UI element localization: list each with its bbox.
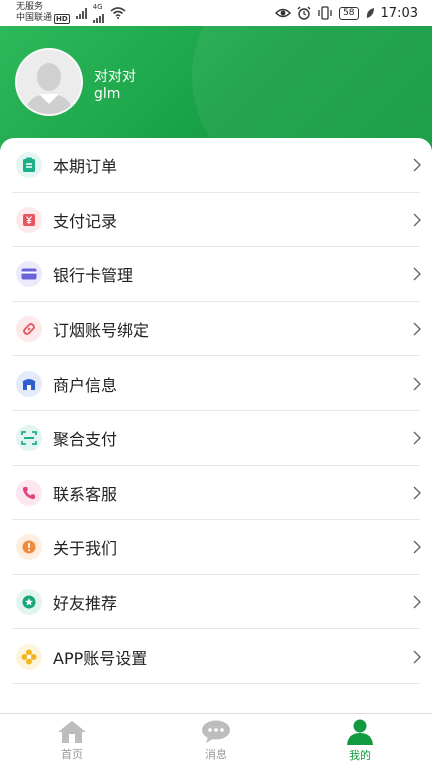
- home-icon: [58, 721, 86, 743]
- chevron-right-icon: [402, 595, 432, 609]
- status-bar: 无服务 中国联通 HD 4G 58 17:03: [0, 0, 432, 26]
- chevron-right-icon: [402, 158, 432, 172]
- profile-user-id: glm: [94, 86, 121, 102]
- user-icon: [347, 719, 373, 745]
- chevron-right-icon: [402, 431, 432, 445]
- carrier-line2: 中国联通: [16, 13, 53, 23]
- battery-indicator: 58: [339, 6, 359, 20]
- flower-settings-icon: [16, 643, 42, 670]
- chevron-right-icon: [402, 650, 432, 664]
- avatar[interactable]: [15, 48, 83, 116]
- menu-label: 联系客服: [53, 484, 118, 504]
- menu-label: 订烟账号绑定: [53, 321, 150, 341]
- eye-icon: [275, 8, 292, 18]
- alarm-icon: [297, 6, 311, 20]
- menu-label: 聚合支付: [53, 430, 118, 450]
- menu-item-merchant-info[interactable]: 商户信息: [0, 356, 432, 411]
- menu-item-payment-records[interactable]: 支付记录: [0, 193, 432, 248]
- chevron-right-icon: [402, 267, 432, 281]
- star-badge-icon: [16, 589, 42, 616]
- status-left: 无服务 中国联通 HD 4G: [16, 2, 126, 24]
- menu-label: 商户信息: [53, 375, 118, 395]
- chevron-right-icon: [402, 486, 432, 500]
- menu-label: APP账号设置: [53, 648, 148, 668]
- menu-item-customer-service[interactable]: 联系客服: [0, 466, 432, 521]
- clipboard-icon: [16, 152, 42, 179]
- menu-label: 本期订单: [53, 157, 118, 177]
- menu-item-app-account-settings[interactable]: APP账号设置: [0, 629, 432, 684]
- chevron-right-icon: [402, 322, 432, 336]
- nav-label: 我的: [349, 749, 371, 762]
- menu-list: 本期订单 支付记录 银行卡管理 订烟账号绑定 商户信息 聚合支付 联系客服 关于…: [0, 138, 432, 684]
- signal-icon: [75, 7, 87, 19]
- menu-item-current-orders[interactable]: 本期订单: [0, 138, 432, 193]
- menu-item-account-binding[interactable]: 订烟账号绑定: [0, 302, 432, 357]
- menu-item-aggregate-payment[interactable]: 聚合支付: [0, 411, 432, 466]
- leaf-icon: [366, 8, 374, 18]
- menu-label: 关于我们: [53, 539, 118, 559]
- menu-item-friend-referral[interactable]: 好友推荐: [0, 575, 432, 630]
- status-time: 17:03: [380, 5, 418, 21]
- profile-header: 对对对 glm: [0, 26, 432, 156]
- nav-mine[interactable]: 我的: [288, 714, 432, 768]
- menu-label: 银行卡管理: [53, 266, 134, 286]
- nav-label: 消息: [205, 748, 227, 761]
- nav-messages[interactable]: 消息: [144, 714, 288, 768]
- menu-item-bank-cards[interactable]: 银行卡管理: [0, 247, 432, 302]
- vibrate-icon: [318, 6, 332, 20]
- status-right: 58 17:03: [275, 6, 418, 21]
- scan-icon: [16, 425, 42, 452]
- nav-label: 首页: [61, 748, 83, 761]
- phone-icon: [16, 479, 42, 506]
- chevron-right-icon: [402, 540, 432, 554]
- chevron-right-icon: [402, 213, 432, 227]
- avatar-placeholder-icon: [17, 50, 81, 114]
- carrier-line1: 无服务: [16, 2, 44, 12]
- yuan-receipt-icon: [16, 206, 42, 233]
- profile-name: 对对对: [94, 69, 136, 85]
- menu-label: 支付记录: [53, 211, 118, 231]
- bank-card-icon: [16, 261, 42, 288]
- message-icon: [202, 720, 230, 743]
- network-type: 4G: [92, 2, 103, 11]
- link-icon: [16, 316, 42, 343]
- nav-home[interactable]: 首页: [0, 714, 144, 768]
- info-icon: [16, 534, 42, 561]
- chevron-right-icon: [402, 377, 432, 391]
- hd-badge: HD: [54, 13, 70, 24]
- bottom-nav: 首页 消息 我的: [0, 713, 432, 768]
- store-icon: [16, 370, 42, 397]
- menu-label: 好友推荐: [53, 594, 118, 614]
- carrier-info: 无服务 中国联通 HD: [16, 2, 70, 24]
- wifi-icon: [110, 7, 126, 19]
- signal-icon-2: [92, 11, 104, 23]
- menu-item-about-us[interactable]: 关于我们: [0, 520, 432, 575]
